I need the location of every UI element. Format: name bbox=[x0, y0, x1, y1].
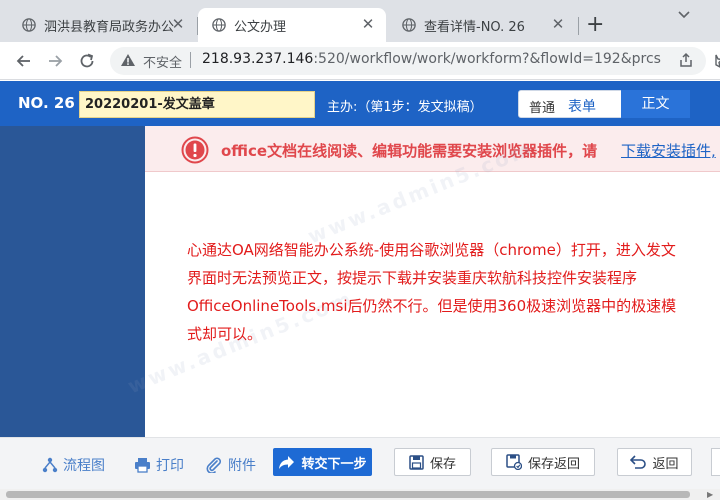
flowchart-icon bbox=[42, 457, 58, 473]
url-text[interactable]: 218.93.237.146:520/workflow/work/workfor… bbox=[202, 51, 662, 67]
forward-share-icon bbox=[279, 455, 295, 469]
workflow-step: 主办:（第1步：发文拟稿） bbox=[327, 100, 483, 115]
print-label: 打印 bbox=[156, 458, 184, 474]
save-return-icon bbox=[506, 454, 522, 470]
chevron-down-icon[interactable] bbox=[676, 6, 692, 22]
url-path: :520/workflow/work/workform?&flowId=192&… bbox=[313, 51, 662, 67]
note-text: 心通达OA网络智能办公系统-使用谷歌浏览器（chrome）打开，进入发文界面时无… bbox=[187, 241, 677, 343]
globe-icon bbox=[212, 18, 226, 32]
address-separator bbox=[190, 52, 191, 68]
reload-icon[interactable] bbox=[77, 51, 97, 71]
back-button[interactable]: 返回 bbox=[617, 448, 692, 476]
globe-icon bbox=[402, 18, 416, 32]
forward-label: 转交下一步 bbox=[301, 456, 367, 472]
more-button-partial[interactable] bbox=[711, 448, 720, 476]
save-label: 保存 bbox=[429, 456, 456, 472]
tab-separator bbox=[578, 17, 579, 35]
forward-next-step-button[interactable]: 转交下一步 bbox=[273, 448, 372, 476]
attachment-label: 附件 bbox=[228, 458, 256, 474]
flowchart-button[interactable]: 流程图 bbox=[42, 455, 105, 475]
scroll-right-arrow-icon[interactable]: ▶ bbox=[707, 490, 713, 499]
left-panel bbox=[0, 126, 145, 437]
bookmark-icon[interactable] bbox=[710, 54, 720, 68]
browser-tab-strip: 泗洪县教育局政务办公 ✕ 公文办理 ✕ 查看详情-NO. 26 ✕ + bbox=[0, 0, 720, 42]
share-icon[interactable] bbox=[678, 52, 694, 68]
return-arrow-icon bbox=[630, 455, 647, 469]
print-button[interactable]: 打印 bbox=[134, 455, 184, 475]
warning-triangle-icon[interactable] bbox=[120, 52, 136, 68]
save-icon bbox=[409, 454, 424, 470]
new-tab-button[interactable]: + bbox=[586, 14, 604, 36]
view-body-tab[interactable]: 正文 bbox=[621, 90, 690, 118]
forward-arrow-icon[interactable] bbox=[45, 51, 65, 71]
tab-title: 查看详情-NO. 26 bbox=[424, 19, 525, 35]
scrollbar-thumb[interactable] bbox=[6, 491, 690, 498]
url-host: 218.93.237.146 bbox=[202, 51, 314, 67]
view-normal-tab[interactable]: 普通 bbox=[529, 97, 555, 116]
tab-title: 公文办理 bbox=[234, 19, 287, 35]
close-icon[interactable]: ✕ bbox=[170, 16, 186, 32]
flowchart-label: 流程图 bbox=[63, 458, 105, 474]
back-label: 返回 bbox=[652, 456, 679, 472]
exclamation-circle-icon bbox=[181, 136, 209, 164]
security-status-label[interactable]: 不安全 bbox=[143, 52, 182, 71]
save-return-label: 保存返回 bbox=[527, 456, 580, 472]
doc-title-field[interactable]: 20220201-发文盖章 bbox=[79, 91, 315, 118]
tab-jiaoyuju[interactable]: 泗洪县教育局政务办公 ✕ bbox=[8, 8, 196, 42]
globe-icon bbox=[22, 18, 36, 32]
save-button[interactable]: 保存 bbox=[394, 448, 471, 476]
save-return-button[interactable]: 保存返回 bbox=[491, 448, 595, 476]
attachment-button[interactable]: 附件 bbox=[205, 455, 256, 475]
printer-icon bbox=[135, 458, 150, 473]
alert-text: office文档在线阅读、编辑功能需要安装浏览器插件，请 bbox=[221, 142, 598, 160]
tab-gongwen[interactable]: 公文办理 ✕ bbox=[198, 8, 386, 42]
back-arrow-icon[interactable] bbox=[14, 51, 34, 71]
tab-details[interactable]: 查看详情-NO. 26 ✕ bbox=[388, 8, 576, 42]
tab-title: 泗洪县教育局政务办公 bbox=[44, 19, 175, 35]
view-form-tab[interactable]: 表单 bbox=[568, 96, 596, 116]
paperclip-icon bbox=[206, 457, 221, 473]
close-icon[interactable]: ✕ bbox=[550, 16, 566, 32]
doc-number: NO. 26 bbox=[18, 94, 75, 112]
download-plugin-link[interactable]: 下载安装插件, bbox=[621, 140, 716, 161]
close-icon[interactable]: ✕ bbox=[360, 16, 376, 32]
